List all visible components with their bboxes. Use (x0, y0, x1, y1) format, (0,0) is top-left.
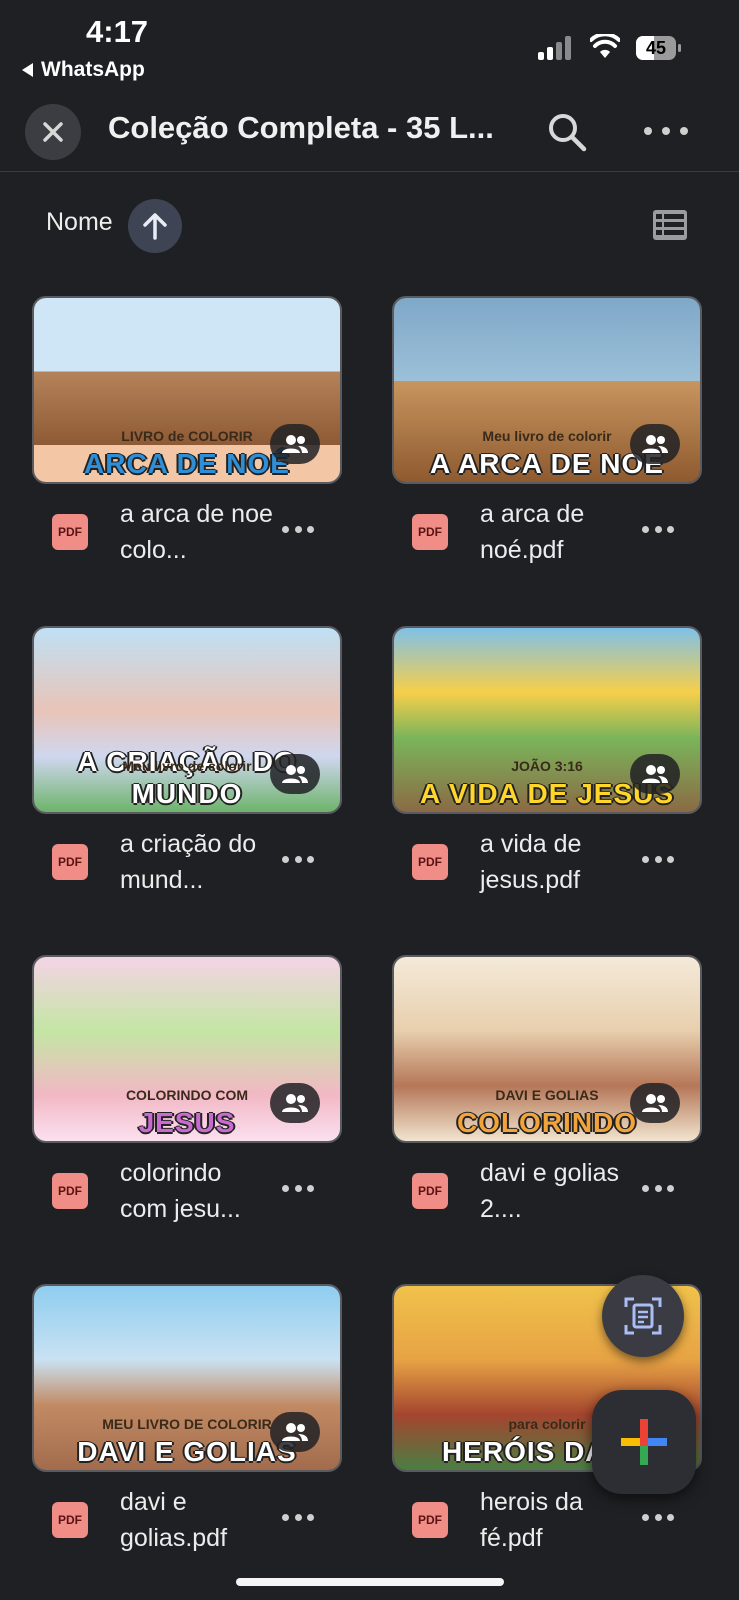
more-dot-icon (294, 856, 302, 863)
more-dot-icon (307, 856, 314, 863)
more-dot-icon (642, 1514, 649, 1521)
pdf-file-icon: PDF (52, 1173, 88, 1209)
plus-icon (621, 1419, 667, 1465)
more-dot-icon (307, 1185, 314, 1192)
more-dot-icon (654, 1514, 662, 1521)
shared-badge (630, 754, 680, 794)
wifi-icon (590, 34, 620, 58)
more-dot-icon (642, 1185, 649, 1192)
file-more-options-button[interactable] (282, 1514, 314, 1524)
more-dot-icon (644, 127, 652, 135)
pdf-file-icon: PDF (52, 514, 88, 550)
file-thumbnail[interactable]: COLORINDO DAVI E GOLIAS (392, 955, 702, 1143)
pdf-file-icon: PDF (52, 844, 88, 880)
close-button[interactable] (25, 104, 81, 160)
home-indicator (236, 1578, 504, 1586)
file-name: a vida de jesus.pdf (480, 830, 582, 894)
shared-badge (270, 1083, 320, 1123)
file-name: colorindo com jesu... (120, 1159, 241, 1223)
battery-level: 45 (645, 38, 667, 58)
back-to-app-link[interactable]: WhatsApp (22, 58, 145, 82)
file-thumbnail[interactable]: DAVI E GOLIAS MEU LIVRO DE COLORIR (32, 1284, 342, 1472)
more-dot-icon (667, 526, 674, 533)
shared-badge (270, 754, 320, 794)
more-dot-icon (667, 1514, 674, 1521)
more-dot-icon (307, 1514, 314, 1521)
file-thumbnail[interactable]: JESUS COLORINDO COM (32, 955, 342, 1143)
more-options-button[interactable] (644, 116, 688, 146)
file-more-options-button[interactable] (642, 1185, 674, 1195)
toolbar: Coleção Completa - 35 L... (0, 100, 739, 172)
people-icon (282, 765, 308, 783)
shared-badge (630, 424, 680, 464)
more-dot-icon (667, 1185, 674, 1192)
cellular-signal-icon (538, 36, 578, 60)
people-icon (642, 1094, 668, 1112)
file-more-options-button[interactable] (282, 856, 314, 866)
more-dot-icon (680, 127, 688, 135)
more-dot-icon (654, 1185, 662, 1192)
people-icon (282, 435, 308, 453)
search-icon (549, 114, 587, 152)
file-name: davi e golias 2.... (480, 1159, 619, 1223)
battery-icon: 45 (636, 36, 682, 60)
arrow-up-icon (143, 213, 167, 240)
pdf-file-icon: PDF (412, 1173, 448, 1209)
pdf-file-icon: PDF (412, 844, 448, 880)
file-more-options-button[interactable] (642, 1514, 674, 1524)
shared-badge (630, 1083, 680, 1123)
file-more-options-button[interactable] (282, 1185, 314, 1195)
scan-button[interactable] (602, 1275, 684, 1357)
file-name: davi e golias.pdf (120, 1488, 228, 1552)
back-triangle-icon (22, 63, 33, 77)
sort-direction-button[interactable] (128, 199, 182, 253)
list-view-button[interactable] (652, 209, 688, 241)
people-icon (282, 1094, 308, 1112)
file-name: a arca de noe colo... (120, 500, 273, 564)
new-item-button[interactable] (592, 1390, 696, 1494)
more-dot-icon (654, 526, 662, 533)
people-icon (642, 435, 668, 453)
status-time: 4:17 (86, 14, 149, 49)
file-name: a criação do mund... (120, 830, 257, 894)
more-dot-icon (667, 856, 674, 863)
document-scan-icon (624, 1297, 662, 1335)
pdf-file-icon: PDF (412, 514, 448, 550)
pdf-file-icon: PDF (412, 1502, 448, 1538)
file-name: herois da fé.pdf (480, 1488, 583, 1552)
shared-badge (270, 424, 320, 464)
people-icon (642, 765, 668, 783)
sort-label[interactable]: Nome (46, 208, 113, 237)
file-thumbnail[interactable]: ARCA DE NOÉ LIVRO de COLORIR (32, 296, 342, 484)
file-more-options-button[interactable] (642, 856, 674, 866)
more-dot-icon (282, 1185, 289, 1192)
search-button[interactable] (545, 110, 589, 154)
more-dot-icon (294, 1514, 302, 1521)
close-icon (43, 122, 63, 142)
more-dot-icon (294, 1185, 302, 1192)
file-more-options-button[interactable] (282, 526, 314, 536)
shared-badge (270, 1412, 320, 1452)
list-view-icon (653, 210, 687, 240)
pdf-file-icon: PDF (52, 1502, 88, 1538)
folder-title: Coleção Completa - 35 L... (108, 110, 494, 145)
file-name: a arca de noé.pdf (480, 500, 585, 564)
more-dot-icon (282, 1514, 289, 1521)
more-dot-icon (654, 856, 662, 863)
file-thumbnail[interactable]: A ARCA DE NOÉ Meu livro de colorir (392, 296, 702, 484)
file-more-options-button[interactable] (642, 526, 674, 536)
more-dot-icon (282, 856, 289, 863)
more-dot-icon (307, 526, 314, 533)
more-dot-icon (282, 526, 289, 533)
more-dot-icon (642, 856, 649, 863)
people-icon (282, 1423, 308, 1441)
file-thumbnail[interactable]: A CRIAÇÃO DO MUNDO Meu livro de colorir (32, 626, 342, 814)
file-thumbnail[interactable]: A VIDA DE JESUS JOÃO 3:16 (392, 626, 702, 814)
back-app-label: WhatsApp (41, 58, 145, 81)
more-dot-icon (294, 526, 302, 533)
more-dot-icon (662, 127, 670, 135)
more-dot-icon (642, 526, 649, 533)
